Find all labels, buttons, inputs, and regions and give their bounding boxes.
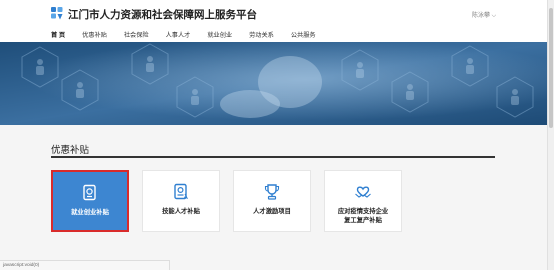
- document-seal-icon: [83, 184, 96, 201]
- nav-subsidies[interactable]: 优惠补贴: [82, 30, 107, 39]
- browser-status-bar: javascript:void(0): [0, 260, 170, 270]
- section-title: 优惠补贴: [51, 145, 90, 156]
- main-nav: 首 页 优惠补贴 社会保险 人事人才 就业创业 劳动关系 公共服务: [51, 30, 333, 39]
- section-divider: [51, 156, 495, 158]
- logo-icon: [51, 7, 63, 20]
- card-skilled-talent-subsidy[interactable]: 技能人才补贴: [142, 170, 220, 232]
- hero-banner: [0, 42, 554, 125]
- card-label: 技能人才补贴: [162, 208, 200, 215]
- trophy-icon: [264, 184, 280, 200]
- top-header: 江门市人力资源和社会保障网上服务平台 陈泳攀 ⌵ 首 页 优惠补贴 社会保险 人…: [0, 0, 554, 42]
- scrollbar-thumb[interactable]: [549, 8, 553, 128]
- card-epidemic-support-subsidy[interactable]: 应对疫情支持企业 复工复产补贴: [324, 170, 402, 232]
- card-label: 人才激励项目: [253, 208, 291, 215]
- nav-social-insurance[interactable]: 社会保险: [124, 30, 149, 39]
- vertical-scrollbar[interactable]: [547, 0, 554, 270]
- nav-home[interactable]: 首 页: [51, 30, 65, 39]
- nav-public-services[interactable]: 公共服务: [291, 30, 316, 39]
- user-menu[interactable]: 陈泳攀 ⌵: [472, 10, 496, 20]
- subsidies-section: 优惠补贴 就业创业补贴 技能人才补贴 人才激励项目 应对疫情支持企业 复工复产补…: [0, 125, 554, 270]
- certificate-icon: [174, 183, 189, 200]
- card-label-line1: 应对疫情支持企业: [337, 208, 389, 215]
- site-title[interactable]: 江门市人力资源和社会保障网上服务平台: [68, 7, 257, 22]
- nav-labor-relations[interactable]: 劳动关系: [249, 30, 274, 39]
- card-label-line2: 复工复产补贴: [344, 216, 382, 224]
- nav-employment[interactable]: 就业创业: [207, 30, 232, 39]
- handshake-heart-icon: [355, 186, 371, 198]
- card-employment-subsidy[interactable]: 就业创业补贴: [51, 170, 129, 232]
- card-talent-incentive[interactable]: 人才激励项目: [233, 170, 311, 232]
- card-label: 就业创业补贴: [71, 209, 109, 216]
- banner-graphic: [0, 42, 554, 125]
- nav-personnel-talent[interactable]: 人事人才: [166, 30, 191, 39]
